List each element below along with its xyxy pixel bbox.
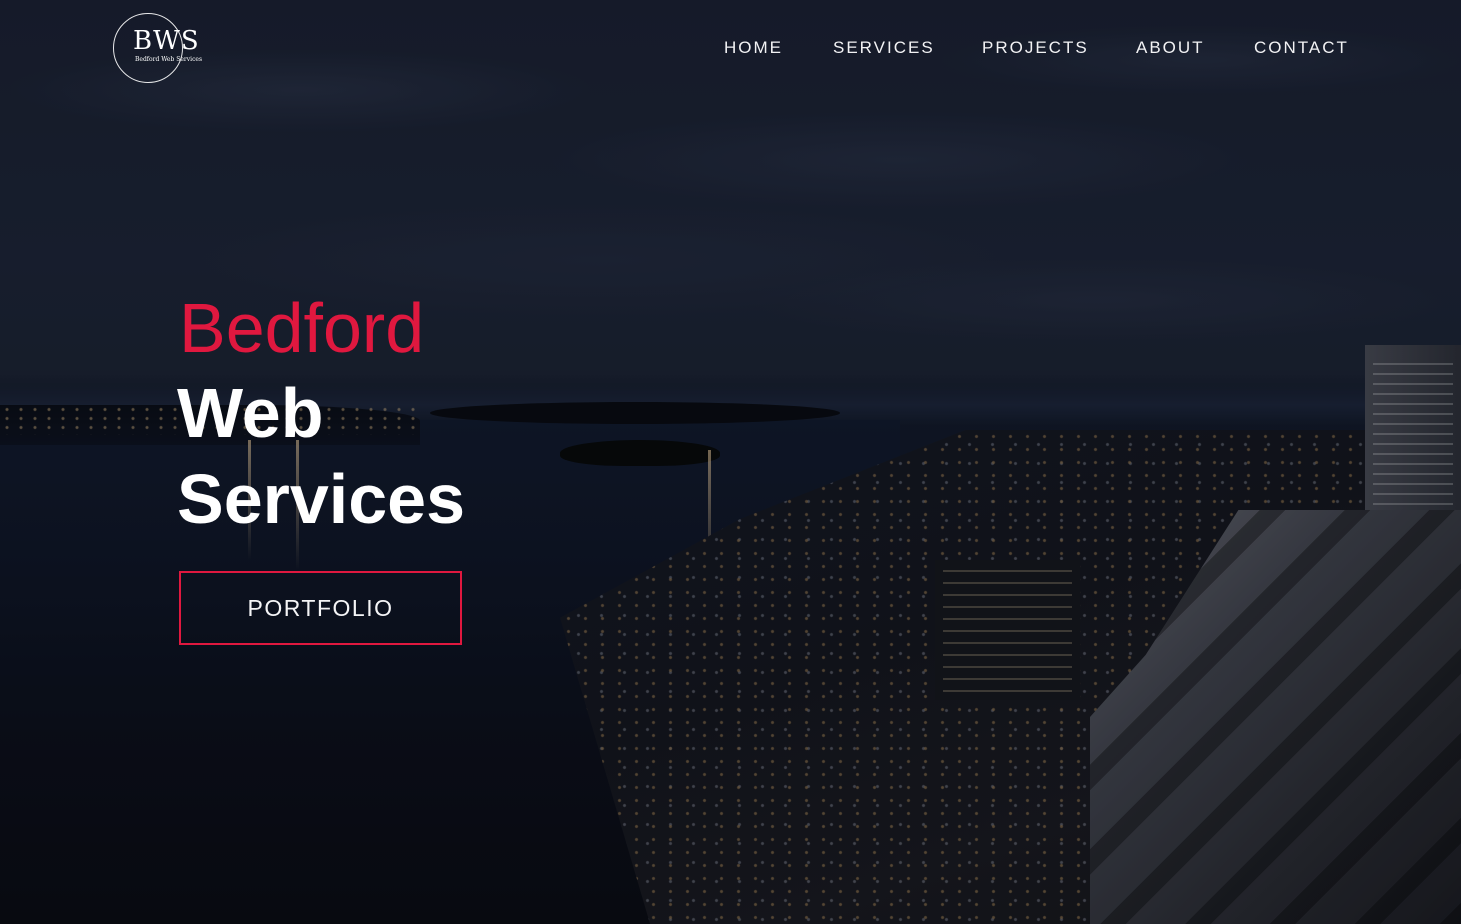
nav-item-about[interactable]: ABOUT <box>1136 38 1205 58</box>
hero-title-services: Services <box>177 460 466 538</box>
portfolio-button[interactable]: PORTFOLIO <box>179 571 462 645</box>
nav-item-contact[interactable]: CONTACT <box>1254 38 1349 58</box>
logo-mark[interactable]: BWS <box>133 26 213 56</box>
logo-subtitle: Bedford Web Services <box>135 56 203 63</box>
nav-item-services[interactable]: SERVICES <box>833 38 935 58</box>
nav-item-home[interactable]: HOME <box>724 38 783 58</box>
hero-title-web: Web <box>177 374 324 452</box>
nav-item-projects[interactable]: PROJECTS <box>982 38 1089 58</box>
hero-title-bedford: Bedford <box>179 289 425 367</box>
